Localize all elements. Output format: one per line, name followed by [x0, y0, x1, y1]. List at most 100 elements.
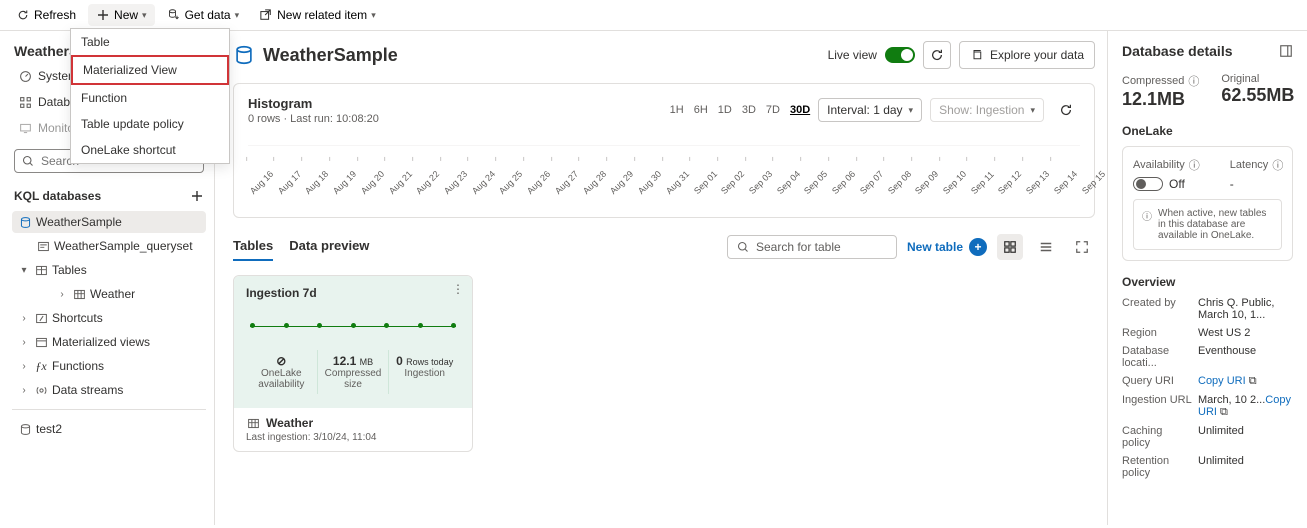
- refresh-main-button[interactable]: [923, 41, 951, 69]
- live-view-toggle[interactable]: [885, 47, 915, 63]
- new-related-button[interactable]: New related item ▾: [251, 4, 384, 26]
- new-menu-function[interactable]: Function: [71, 85, 229, 111]
- overview-key: Database locati...: [1122, 345, 1192, 369]
- range-7d[interactable]: 7D: [766, 104, 780, 116]
- histogram-sub: 0 rows · Last run: 10:08:20: [248, 113, 379, 125]
- new-button[interactable]: New ▾: [88, 4, 155, 26]
- onelake-toggle[interactable]: [1133, 177, 1163, 191]
- tree-label: test2: [36, 422, 62, 436]
- overview-value: West US 2: [1198, 327, 1293, 339]
- explore-label: Explore your data: [990, 48, 1084, 62]
- copy-uri-link[interactable]: Copy URI: [1198, 394, 1291, 418]
- tree-label: WeatherSample_queryset: [54, 239, 193, 253]
- folder-mat-views[interactable]: › Materialized views: [12, 331, 206, 353]
- table-weather[interactable]: › Weather: [12, 283, 206, 305]
- range-1d[interactable]: 1D: [718, 104, 732, 116]
- chevron-right-icon: ›: [18, 337, 30, 348]
- tree-label: WeatherSample: [36, 215, 122, 229]
- monitor-icon: [18, 121, 32, 135]
- new-table-label: New table: [907, 240, 963, 254]
- folder-tables[interactable]: ▾ Tables: [12, 259, 206, 281]
- live-view-label: Live view: [828, 48, 877, 62]
- explore-data-button[interactable]: Explore your data: [959, 41, 1095, 69]
- fullscreen-button[interactable]: [1069, 234, 1095, 260]
- tree-label: Weather: [90, 287, 135, 301]
- folder-data-streams[interactable]: › Data streams: [12, 379, 206, 401]
- db-test2[interactable]: test2: [12, 418, 206, 440]
- page-header: WeatherSample Live view Explore your dat…: [233, 41, 1095, 69]
- show-select[interactable]: Show: Ingestion ▾: [930, 98, 1044, 122]
- axis-tick: Sep 13: [1024, 189, 1035, 200]
- copy-uri-link[interactable]: Copy URI: [1198, 375, 1246, 387]
- axis-tick: Aug 26: [525, 189, 536, 200]
- folder-shortcuts[interactable]: › Shortcuts: [12, 307, 206, 329]
- axis-tick: Aug 19: [331, 189, 342, 200]
- table-folder-icon: [34, 263, 48, 277]
- add-db-icon[interactable]: [190, 189, 204, 203]
- onelake-header: OneLake: [1122, 124, 1293, 138]
- overview-grid: Created byChris Q. Public, March 10, 1..…: [1122, 297, 1293, 479]
- new-related-label: New related item: [277, 8, 367, 22]
- page-title: WeatherSample: [233, 44, 398, 66]
- range-3d[interactable]: 3D: [742, 104, 756, 116]
- axis-tick: Aug 31: [664, 189, 675, 200]
- axis-tick: Aug 30: [636, 189, 647, 200]
- search-table-placeholder: Search for table: [756, 240, 841, 254]
- axis-tick: Aug 16: [248, 189, 259, 200]
- search-icon: [736, 240, 750, 254]
- table-tile[interactable]: Ingestion 7d ⋮ ⊘ OneLake availability 12…: [233, 275, 473, 452]
- db-tree: WeatherSample WeatherSample_queryset ▾ T…: [12, 211, 206, 440]
- view-list-button[interactable]: [1033, 234, 1059, 260]
- original-value: 62.55MB: [1221, 85, 1294, 106]
- availability-label: Availability: [1133, 159, 1185, 171]
- expand-icon[interactable]: [1279, 44, 1293, 58]
- copy-icon: [970, 48, 984, 62]
- db-weather-sample[interactable]: WeatherSample: [12, 211, 206, 233]
- search-icon: [21, 154, 35, 168]
- onelake-info: ⓘ When active, new tables in this databa…: [1133, 199, 1282, 250]
- axis-tick: Aug 24: [470, 189, 481, 200]
- tree-label: Functions: [52, 359, 104, 373]
- gauge-icon: [18, 69, 32, 83]
- onelake-avail-val: ⊘: [248, 354, 315, 368]
- chevron-down-icon: ▾: [1030, 105, 1035, 116]
- interval-select[interactable]: Interval: 1 day ▾: [818, 98, 922, 122]
- tile-menu-button[interactable]: ⋮: [452, 282, 464, 296]
- info-icon: ⓘ: [1272, 157, 1283, 173]
- interval-label: Interval: 1 day: [827, 103, 902, 117]
- axis-tick: Sep 01: [692, 189, 703, 200]
- get-data-button[interactable]: Get data ▾: [159, 4, 248, 26]
- view-grid-button[interactable]: [997, 234, 1023, 260]
- range-6h[interactable]: 6H: [694, 104, 708, 116]
- chevron-right-icon: ›: [18, 361, 30, 372]
- tab-tables[interactable]: Tables: [233, 232, 273, 261]
- time-range-options: 1H 6H 1D 3D 7D 30D: [670, 104, 811, 116]
- latency-value: -: [1230, 177, 1284, 191]
- new-menu-table[interactable]: Table: [71, 29, 229, 55]
- folder-functions[interactable]: › ƒx Functions: [12, 355, 206, 377]
- copy-icon[interactable]: ⧉: [1249, 375, 1257, 387]
- range-30d[interactable]: 30D: [790, 104, 810, 116]
- new-menu-onelake-shortcut[interactable]: OneLake shortcut: [71, 137, 229, 163]
- get-data-label: Get data: [185, 8, 231, 22]
- new-menu-table-update-policy[interactable]: Table update policy: [71, 111, 229, 137]
- axis-tick: Sep 15: [1080, 189, 1091, 200]
- rows-today-val: 0 Rows today: [391, 354, 458, 368]
- tree-label: Shortcuts: [52, 311, 103, 325]
- tile-title: Ingestion 7d: [246, 286, 460, 300]
- copy-icon[interactable]: ⧉: [1220, 406, 1228, 418]
- range-1h[interactable]: 1H: [670, 104, 684, 116]
- queryset-item[interactable]: WeatherSample_queryset: [12, 235, 206, 257]
- refresh-hist-button[interactable]: [1052, 96, 1080, 124]
- refresh-button[interactable]: Refresh: [8, 4, 84, 26]
- info-icon: ⓘ: [1188, 73, 1199, 89]
- compressed-size-lbl: Compressed size: [320, 368, 387, 390]
- search-table-box[interactable]: Search for table: [727, 235, 897, 259]
- tab-data-preview[interactable]: Data preview: [289, 232, 369, 261]
- axis-tick: Sep 11: [969, 189, 980, 200]
- histogram-title: Histogram: [248, 96, 379, 111]
- axis-tick: Aug 22: [414, 189, 425, 200]
- new-table-button[interactable]: New table +: [907, 238, 987, 256]
- new-menu-materialized-view[interactable]: Materialized View: [71, 55, 229, 85]
- chevron-down-icon: ▾: [235, 10, 240, 21]
